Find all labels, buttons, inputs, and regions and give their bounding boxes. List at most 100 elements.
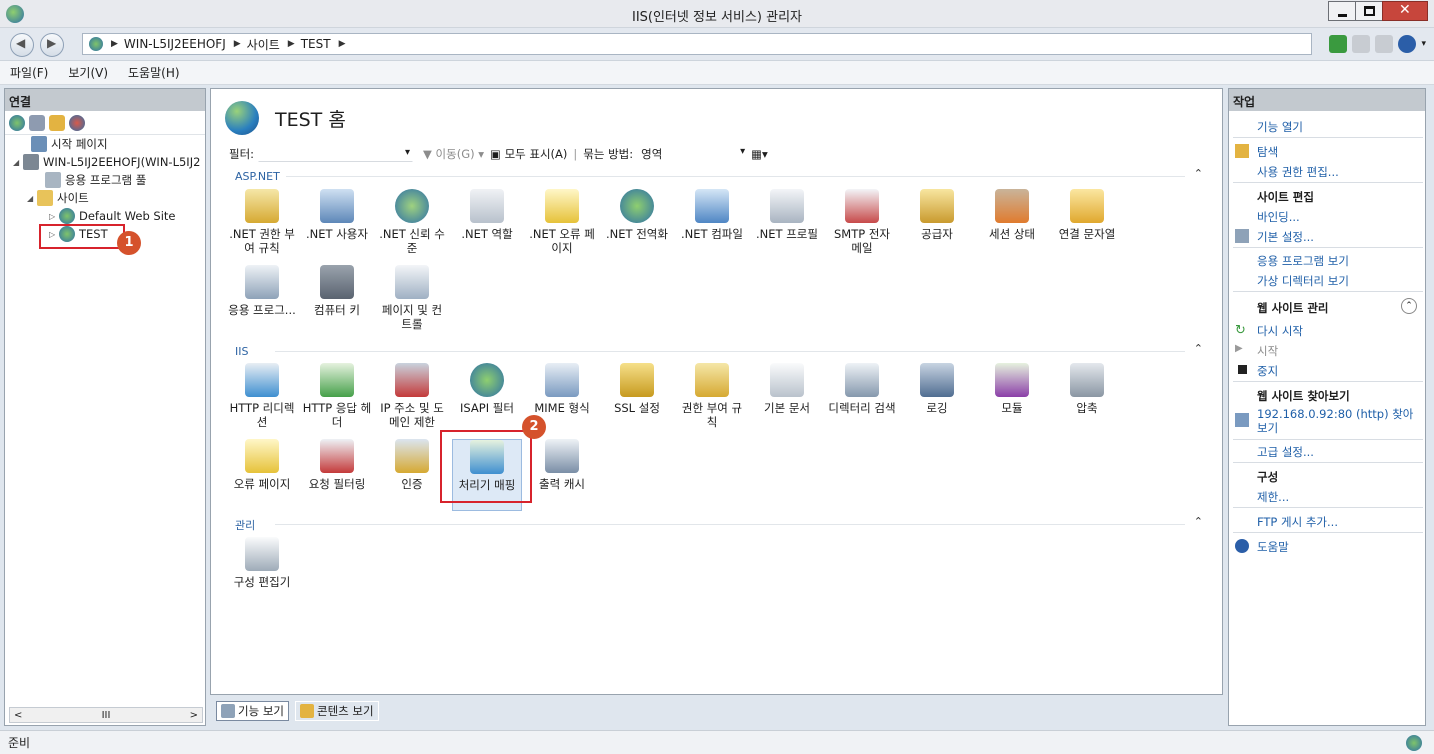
feature-default-document[interactable]: 기본 문서 xyxy=(752,363,822,435)
expand-icon[interactable]: ◢ xyxy=(13,158,23,167)
view-mode-icon[interactable]: ▦▾ xyxy=(751,147,768,161)
action-browse-link[interactable]: 192.168.0.92:80 (http) 찾아보기 xyxy=(1257,407,1422,435)
show-all-button[interactable]: ▣ 모두 표시(A) xyxy=(490,146,567,162)
feature-pages-controls[interactable]: 페이지 및 컨트롤 xyxy=(377,265,447,337)
refresh-icon[interactable] xyxy=(1329,35,1348,53)
feature-net-globalization[interactable]: .NET 전역화 xyxy=(602,189,672,261)
feature-connection-strings[interactable]: 연결 문자열 xyxy=(1052,189,1122,261)
action-stop[interactable]: 중지 xyxy=(1257,363,1278,379)
filter-input[interactable] xyxy=(258,146,414,162)
pages-controls-icon xyxy=(395,265,429,299)
address-field[interactable]: ▶ WIN-L5IJ2EEHOFJ ▶ 사이트 ▶ TEST ▶ xyxy=(82,33,1312,55)
go-button[interactable]: ▼ 이동(G) ▾ xyxy=(423,146,484,162)
chevron-down-icon[interactable]: ▾ xyxy=(1421,39,1426,49)
website-globe-icon xyxy=(59,208,75,224)
feature-net-authorization[interactable]: .NET 권한 부여 규칙 xyxy=(227,189,297,261)
feature-directory-browsing[interactable]: 디렉터리 검색 xyxy=(827,363,897,435)
action-open-feature[interactable]: 기능 열기 xyxy=(1257,119,1303,135)
feature-configuration-editor[interactable]: 구성 편집기 xyxy=(227,537,297,609)
feature-modules[interactable]: 모듈 xyxy=(977,363,1047,435)
feature-http-redirect[interactable]: HTTP 리디렉션 xyxy=(227,363,297,435)
tree-item-app-pools[interactable]: 응용 프로그램 풀 xyxy=(35,171,146,189)
feature-smtp-email[interactable]: SMTP 전자 메일 xyxy=(827,189,897,261)
stop-icon[interactable] xyxy=(1352,35,1371,53)
feature-session-state[interactable]: 세션 상태 xyxy=(977,189,1047,261)
action-explore[interactable]: 탐색 xyxy=(1257,144,1278,160)
expand-icon[interactable]: ◢ xyxy=(27,194,37,203)
feature-http-response-headers[interactable]: HTTP 응답 헤더 xyxy=(302,363,372,435)
forward-button[interactable]: ▶ xyxy=(40,33,64,57)
action-view-applications[interactable]: 응용 프로그램 보기 xyxy=(1257,253,1349,269)
roles-doc-icon xyxy=(470,189,504,223)
feature-authentication[interactable]: 인증 xyxy=(377,439,447,511)
menu-help[interactable]: 도움말(H) xyxy=(128,64,180,81)
action-bindings[interactable]: 바인딩... xyxy=(1257,209,1300,225)
basic-settings-icon xyxy=(1235,229,1249,243)
breadcrumb-sites[interactable]: 사이트 xyxy=(247,36,280,53)
action-view-virtual-dirs[interactable]: 가상 디렉터리 보기 xyxy=(1257,273,1349,289)
tree-item-sites[interactable]: ◢ 사이트 xyxy=(27,189,89,207)
breadcrumb-test[interactable]: TEST xyxy=(301,37,331,51)
save-icon[interactable] xyxy=(29,114,45,131)
feature-isapi-filters[interactable]: ISAPI 필터 xyxy=(452,363,522,435)
feature-providers[interactable]: 공급자 xyxy=(902,189,972,261)
collapsed-arrow-icon[interactable]: ▷ xyxy=(49,212,59,221)
minimize-button[interactable] xyxy=(1328,1,1356,21)
feature-app-settings[interactable]: 응용 프로그... xyxy=(227,265,297,337)
action-start[interactable]: 시작 xyxy=(1257,343,1278,359)
collapse-chevron-icon[interactable]: ⌃ xyxy=(1193,342,1209,355)
home-icon[interactable] xyxy=(1375,35,1394,53)
menu-view[interactable]: 보기(V) xyxy=(68,64,108,81)
action-restart[interactable]: 다시 시작 xyxy=(1257,323,1303,339)
feature-ip-domain-restrictions[interactable]: IP 주소 및 도메인 제한 xyxy=(377,363,447,435)
mime-media-icon xyxy=(545,363,579,397)
tree-item-default-web-site[interactable]: ▷ Default Web Site xyxy=(49,207,175,225)
content-view-tab[interactable]: 콘텐츠 보기 xyxy=(294,701,379,721)
highlight-handler-mappings xyxy=(440,430,532,503)
horizontal-scrollbar[interactable]: < III > xyxy=(9,707,203,723)
collapse-chevron-icon[interactable]: ⌃ xyxy=(1193,515,1209,528)
back-arrow-icon: ◀ xyxy=(16,36,26,50)
feature-net-roles[interactable]: .NET 역할 xyxy=(452,189,522,261)
feature-output-caching[interactable]: 출력 캐시 xyxy=(527,439,597,511)
action-edit-permissions[interactable]: 사용 권한 편집... xyxy=(1257,164,1339,180)
feature-net-profile[interactable]: .NET 프로필 xyxy=(752,189,822,261)
feature-net-error-pages[interactable]: .NET 오류 페이지 xyxy=(527,189,597,261)
collapse-circle-icon[interactable]: ⌃ xyxy=(1401,298,1417,314)
connect-icon[interactable] xyxy=(9,114,25,131)
maximize-button[interactable] xyxy=(1355,1,1383,21)
feature-net-trust[interactable]: .NET 신뢰 수준 xyxy=(377,189,447,261)
feature-ssl-settings[interactable]: SSL 설정 xyxy=(602,363,672,435)
app-pool-icon xyxy=(45,172,61,188)
feature-net-users[interactable]: .NET 사용자 xyxy=(302,189,372,261)
tree-item-start-page[interactable]: 시작 페이지 xyxy=(21,135,108,153)
action-add-ftp[interactable]: FTP 게시 추가... xyxy=(1257,514,1338,530)
disconnect-icon[interactable] xyxy=(69,114,85,131)
actions-panel: 작업 기능 열기 탐색 사용 권한 편집... 사이트 편집 바인딩... 기본… xyxy=(1228,88,1426,726)
scroll-thumb[interactable]: III xyxy=(102,710,111,721)
close-button[interactable]: ✕ xyxy=(1382,1,1428,21)
action-advanced-settings[interactable]: 고급 설정... xyxy=(1257,444,1314,460)
feature-compression[interactable]: 압축 xyxy=(1052,363,1122,435)
feature-error-pages[interactable]: 오류 페이지 xyxy=(227,439,297,511)
help-icon[interactable] xyxy=(1398,35,1417,53)
collapse-chevron-icon[interactable]: ⌃ xyxy=(1193,167,1209,180)
features-view-tab[interactable]: 기능 보기 xyxy=(216,701,289,721)
group-by-select[interactable]: 영역 ▾ xyxy=(641,146,745,162)
up-folder-icon[interactable] xyxy=(49,114,65,131)
breadcrumb-server[interactable]: WIN-L5IJ2EEHOFJ xyxy=(124,37,226,51)
scroll-right-icon[interactable]: > xyxy=(190,710,198,721)
feature-net-compilation[interactable]: .NET 컴파일 xyxy=(677,189,747,261)
action-limits[interactable]: 제한... xyxy=(1257,489,1289,505)
feature-logging[interactable]: 로깅 xyxy=(902,363,972,435)
feature-request-filtering[interactable]: 요청 필터링 xyxy=(302,439,372,511)
feature-authorization-rules[interactable]: 권한 부여 규칙 xyxy=(677,363,747,435)
action-help[interactable]: 도움말 xyxy=(1257,539,1289,555)
feature-machine-key[interactable]: 컴퓨터 키 xyxy=(302,265,372,337)
start-page-icon xyxy=(31,136,47,152)
scroll-left-icon[interactable]: < xyxy=(14,710,22,721)
menu-file[interactable]: 파일(F) xyxy=(10,64,48,81)
tree-item-server[interactable]: ◢ WIN-L5IJ2EEHOFJ(WIN-L5IJ2 xyxy=(13,153,200,171)
back-button[interactable]: ◀ xyxy=(10,33,34,57)
action-basic-settings[interactable]: 기본 설정... xyxy=(1257,229,1314,245)
